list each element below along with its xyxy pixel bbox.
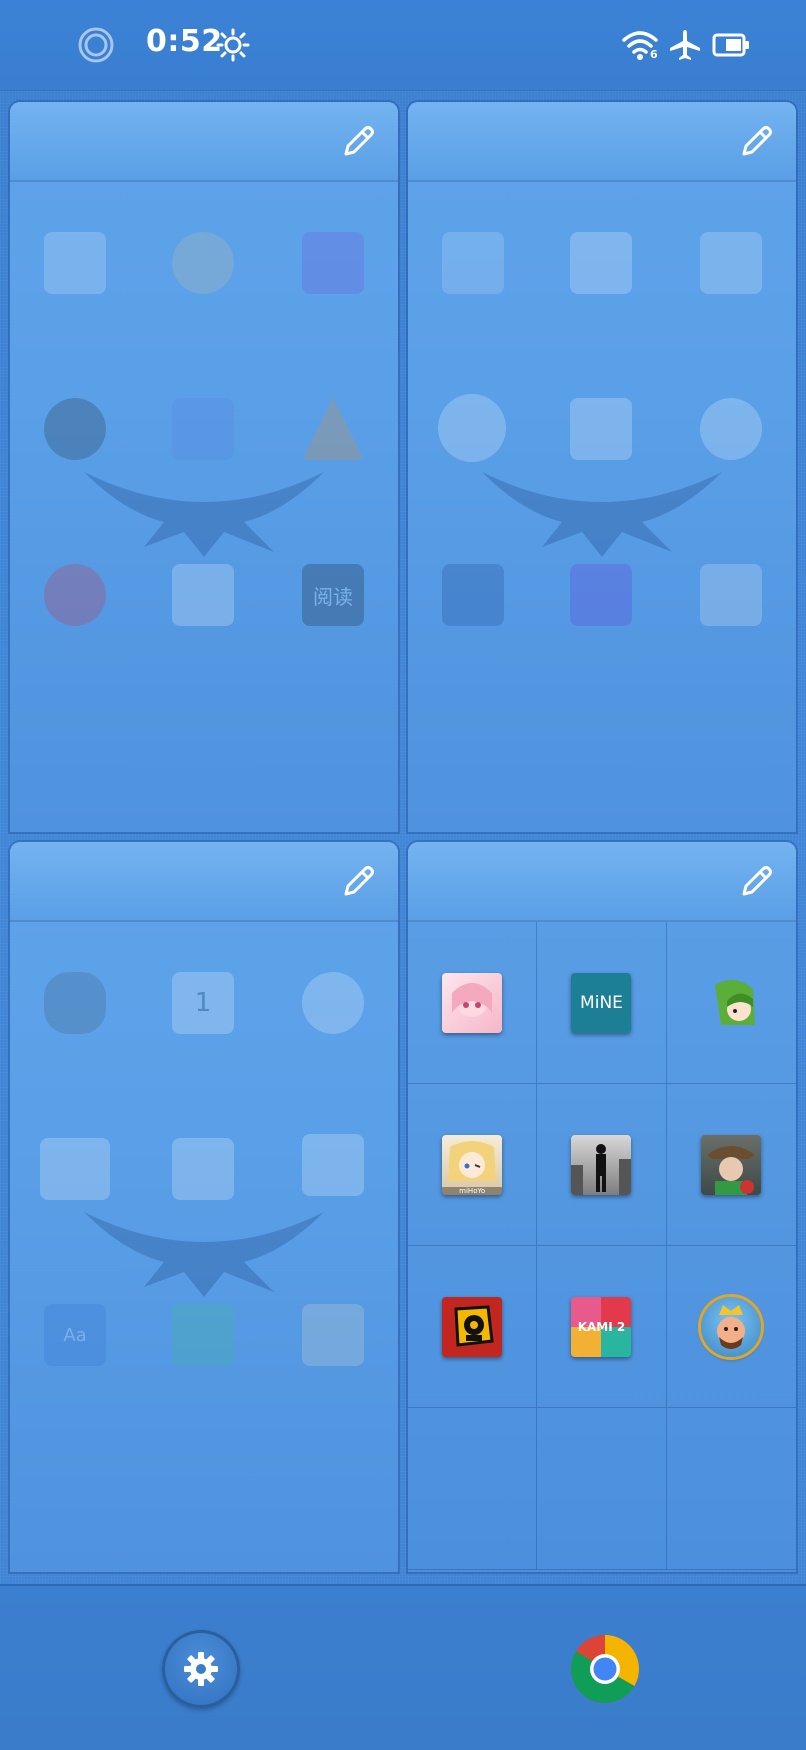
airplane-mode-icon [670,30,700,60]
pinwheel-app-icon [172,1304,234,1366]
messages-app-icon [438,394,506,462]
dictionary-app-icon: Aa [44,1304,106,1366]
pencil-icon[interactable] [338,122,378,162]
grid-cell [537,1084,667,1246]
calendar-day-app-icon: 1 [172,972,234,1034]
identity-v-app-icon[interactable] [701,1134,762,1195]
settings-button[interactable] [162,1630,240,1708]
brawl-stars-app-icon[interactable] [442,1296,503,1357]
camera-app-icon [172,1138,234,1200]
calendar-app-icon [570,232,632,294]
grid-cell [666,1084,796,1246]
reader-app-icon: 阅读 [302,564,364,626]
battery-icon [712,33,749,57]
wifi-generation-badge: 6 [650,48,658,61]
grid-cell [666,1246,796,1408]
pencil-icon[interactable] [338,862,378,902]
mine-app-icon[interactable]: MiNE [571,972,632,1033]
wallpaper-logo [84,472,324,557]
grid-cell-empty [666,1408,796,1570]
video-app-icon [172,564,234,626]
phone-app-icon [700,398,762,460]
clash-royale-app-icon[interactable] [701,1296,762,1357]
panel-header [10,842,398,922]
browser-app-icon [570,564,632,626]
faded-app-grid [408,182,796,832]
faded-app-grid: 阅读 [10,182,398,832]
ghost-anime-app-icon [44,232,106,294]
dock [0,1584,806,1750]
wallpaper-logo [482,472,722,557]
clock-time: 0:52 [146,24,223,59]
anime-blonde-app-icon[interactable]: miHoYo [442,1134,503,1195]
grid-cell: KAMI 2 [537,1246,667,1408]
record-circle-icon [78,27,114,63]
clock-app-icon [302,972,364,1034]
maps-app-icon [302,1304,364,1366]
miku-app-icon [700,232,762,294]
photos-app-icon [40,1138,110,1200]
grid-cell [408,922,538,1084]
twitch-app-icon [302,232,364,294]
panel-header [10,102,398,182]
kami-2-app-icon[interactable]: KAMI 2 [571,1296,632,1357]
settings-gear-icon [184,1652,218,1686]
gallery-app-icon [442,232,504,294]
folder-panel-3[interactable]: 1 Aa [10,842,398,1572]
calculator-app-icon [700,564,762,626]
pencil-icon[interactable] [736,122,776,162]
vlc-app-icon [302,398,364,460]
grid-cell: MiNE [537,922,667,1084]
ghost-character-app-icon [172,232,234,294]
hitman-game-app-icon[interactable] [571,1134,632,1195]
files-app-icon [442,564,504,626]
pencil-icon[interactable] [736,862,776,902]
grid-cell-empty [408,1408,538,1570]
folder-panel-4[interactable]: MiNE miHoYo KAMI 2 [408,842,796,1572]
app-grid: MiNE miHoYo KAMI 2 [408,922,796,1572]
panel-header [408,102,796,182]
folder-panel-2[interactable] [408,102,796,832]
news-app-icon [44,564,106,626]
grid-cell: miHoYo [408,1084,538,1246]
folder-panel-1[interactable]: 阅读 [10,102,398,832]
grid-cell-empty [537,1408,667,1570]
settings-badge-app-icon [44,972,106,1034]
grid-cell [408,1246,538,1408]
brightness-icon [216,28,250,62]
podcast-app-icon [172,398,234,460]
panel-header [408,842,796,922]
wallpaper-logo [84,1212,324,1297]
music-player-app-icon [44,398,106,460]
grid-cell [666,922,796,1084]
notes-app-icon [302,1134,364,1196]
status-bar: 0:52 6 [0,0,806,91]
dice-app-icon [570,398,632,460]
faded-app-grid: 1 Aa [10,922,398,1572]
anime-girl-app-icon[interactable] [442,972,503,1033]
mihoyo-logo-text: miHoYo [442,1186,503,1195]
chrome-browser-icon[interactable] [570,1634,640,1704]
green-hair-character-app-icon[interactable] [701,973,761,1033]
